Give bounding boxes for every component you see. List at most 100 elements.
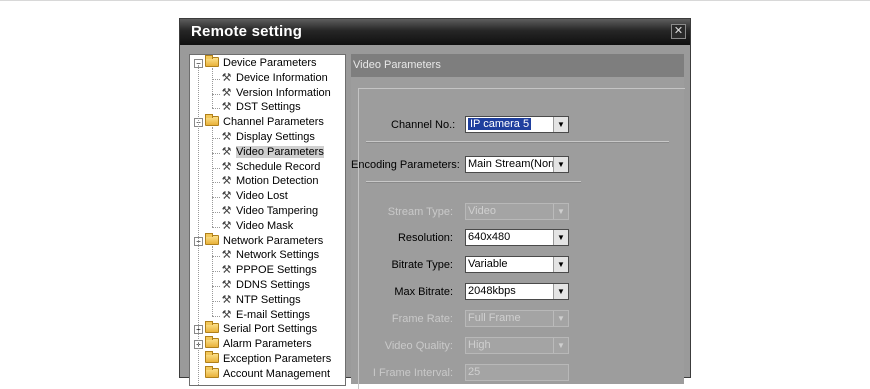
tree-item-label: Motion Detection xyxy=(236,175,319,188)
folder-icon xyxy=(205,232,219,245)
video-parameters-panel: Video Parameters Channel No.: IP camera … xyxy=(351,54,685,389)
title-bar[interactable]: Remote setting ✕ xyxy=(180,19,690,45)
wrench-icon: ⚒ xyxy=(221,264,232,277)
tree-item-account-management[interactable]: Account Management xyxy=(205,365,330,382)
chevron-down-icon[interactable]: ▼ xyxy=(553,284,568,299)
tree-item-video-tampering[interactable]: ⚒ Video Tampering xyxy=(221,204,319,219)
wrench-icon: ⚒ xyxy=(221,175,232,188)
tree-connector xyxy=(212,300,220,302)
wrench-icon: ⚒ xyxy=(221,101,232,114)
tree-item-dst-settings[interactable]: ⚒ DST Settings xyxy=(221,100,301,115)
video-quality-value: High xyxy=(468,339,491,351)
tree-item-motion-detection[interactable]: ⚒ Motion Detection xyxy=(221,174,319,189)
tree-item-ntp-settings[interactable]: ⚒ NTP Settings xyxy=(221,293,301,308)
tree-item-version-information[interactable]: ⚒ Version Information xyxy=(221,86,331,101)
tree-item-serial-port-settings[interactable]: + Serial Port Settings xyxy=(194,321,318,337)
resolution-select[interactable]: 640x480 ▼ xyxy=(465,229,569,246)
folder-icon xyxy=(205,336,219,349)
tree-connector xyxy=(212,197,220,199)
wrench-icon: ⚒ xyxy=(221,160,232,173)
tree-item-label: NTP Settings xyxy=(236,293,301,306)
encoding-value: Main Stream(Norm xyxy=(468,158,561,170)
tree-item-video-parameters[interactable]: ⚒ Video Parameters xyxy=(221,145,324,160)
wrench-icon: ⚒ xyxy=(221,308,232,321)
tree-item-video-mask[interactable]: ⚒ Video Mask xyxy=(221,219,294,234)
tree-item-label: Device Parameters xyxy=(223,57,317,69)
wrench-icon: ⚒ xyxy=(221,145,232,158)
tree-item-device-parameters[interactable]: − Device Parameters xyxy=(194,55,317,71)
tree-connector xyxy=(212,271,220,273)
panel-title: Video Parameters xyxy=(353,59,441,71)
tree-connector xyxy=(212,256,220,258)
wrench-icon: ⚒ xyxy=(221,86,232,99)
chevron-down-icon[interactable]: ▼ xyxy=(553,117,568,132)
chevron-down-icon[interactable]: ▼ xyxy=(553,257,568,272)
tree-item-schedule-record[interactable]: ⚒ Schedule Record xyxy=(221,160,321,175)
frame-rate-select: Full Frame ▼ xyxy=(465,310,569,327)
max-bitrate-value: 2048kbps xyxy=(468,285,516,297)
wrench-icon: ⚒ xyxy=(221,293,232,306)
panel-header: Video Parameters xyxy=(351,54,684,77)
channel-value: IP camera 5 xyxy=(468,118,532,130)
tree-item-alarm-parameters[interactable]: + Alarm Parameters xyxy=(194,336,312,352)
tree-item-video-lost[interactable]: ⚒ Video Lost xyxy=(221,189,288,204)
tree-connector xyxy=(212,212,220,213)
max-bitrate-select[interactable]: 2048kbps ▼ xyxy=(465,283,569,300)
tree-item-device-information[interactable]: ⚒ Device Information xyxy=(221,71,328,86)
chevron-down-icon[interactable]: ▼ xyxy=(553,230,568,245)
tree-item-network-parameters[interactable]: − Network Parameters xyxy=(194,232,324,249)
remote-setting-dialog: Remote setting ✕ − Device Parameters ⚒ Devi… xyxy=(179,18,691,389)
i-frame-interval-value: 25 xyxy=(468,366,481,378)
tree-connector xyxy=(212,182,220,184)
tree-item-e-mail-settings[interactable]: ⚒ E-mail Settings xyxy=(221,308,310,323)
chevron-down-icon: ▼ xyxy=(553,204,568,219)
wrench-icon: ⚒ xyxy=(221,249,232,262)
separator xyxy=(366,181,581,183)
tree-item-pppoe-settings[interactable]: ⚒ PPPOE Settings xyxy=(221,263,317,278)
stream-type-value: Video xyxy=(468,205,496,217)
settings-tree[interactable]: − Device Parameters ⚒ Device Information ⚒ Ve… xyxy=(189,54,346,386)
tree-connector xyxy=(212,315,220,317)
chevron-down-icon[interactable]: ▼ xyxy=(553,157,568,172)
tree-item-label: Channel Parameters xyxy=(223,116,324,129)
video-quality-select: High ▼ xyxy=(465,337,569,354)
tree-item-label: Version Information xyxy=(236,86,331,99)
tree-connector xyxy=(212,245,213,316)
channel-select[interactable]: IP camera 5 ▼ xyxy=(465,116,569,133)
separator xyxy=(366,141,669,143)
frame-rate-label: Frame Rate: xyxy=(391,313,453,325)
tree-item-label: Serial Port Settings xyxy=(223,323,318,336)
close-button[interactable]: ✕ xyxy=(671,24,686,39)
tree-item-exception-parameters[interactable]: Exception Parameters xyxy=(205,351,332,367)
tree-connector xyxy=(198,65,199,385)
tree-item-label: Display Settings xyxy=(236,131,315,143)
folder-icon xyxy=(205,114,219,127)
folder-icon xyxy=(205,55,219,67)
tree-item-label: PPPOE Settings xyxy=(236,264,317,277)
tree-connector xyxy=(212,286,220,287)
folder-icon xyxy=(205,321,219,334)
tree-item-display-settings[interactable]: ⚒ Display Settings xyxy=(221,130,315,145)
tree-item-label: Video Tampering xyxy=(236,205,319,217)
wrench-icon: ⚒ xyxy=(221,190,232,203)
stream-type-select: Video ▼ xyxy=(465,203,569,220)
wrench-icon: ⚒ xyxy=(221,71,232,84)
tree-connector xyxy=(212,152,220,154)
wrench-icon: ⚒ xyxy=(221,131,232,143)
tree-item-label: Network Parameters xyxy=(223,234,324,247)
tree-item-ddns-settings[interactable]: ⚒ DDNS Settings xyxy=(221,278,310,293)
tree-item-label: Video Mask xyxy=(236,219,294,232)
wrench-icon: ⚒ xyxy=(221,279,232,291)
encoding-select[interactable]: Main Stream(Norm ▼ xyxy=(465,156,569,173)
bitrate-type-select[interactable]: Variable ▼ xyxy=(465,256,569,273)
tree-item-label: Exception Parameters xyxy=(223,353,332,365)
tree-item-channel-parameters[interactable]: − Channel Parameters xyxy=(194,114,324,130)
tree-item-network-settings[interactable]: ⚒ Network Settings xyxy=(221,248,320,263)
tree-item-label: Schedule Record xyxy=(236,160,321,173)
tree-item-label: E-mail Settings xyxy=(236,308,310,321)
dialog-title: Remote setting xyxy=(191,23,303,40)
tree-item-label: Alarm Parameters xyxy=(223,338,312,351)
tree-connector xyxy=(212,127,213,227)
folder-icon xyxy=(205,365,219,378)
tree-item-label: Video Parameters xyxy=(236,145,324,158)
